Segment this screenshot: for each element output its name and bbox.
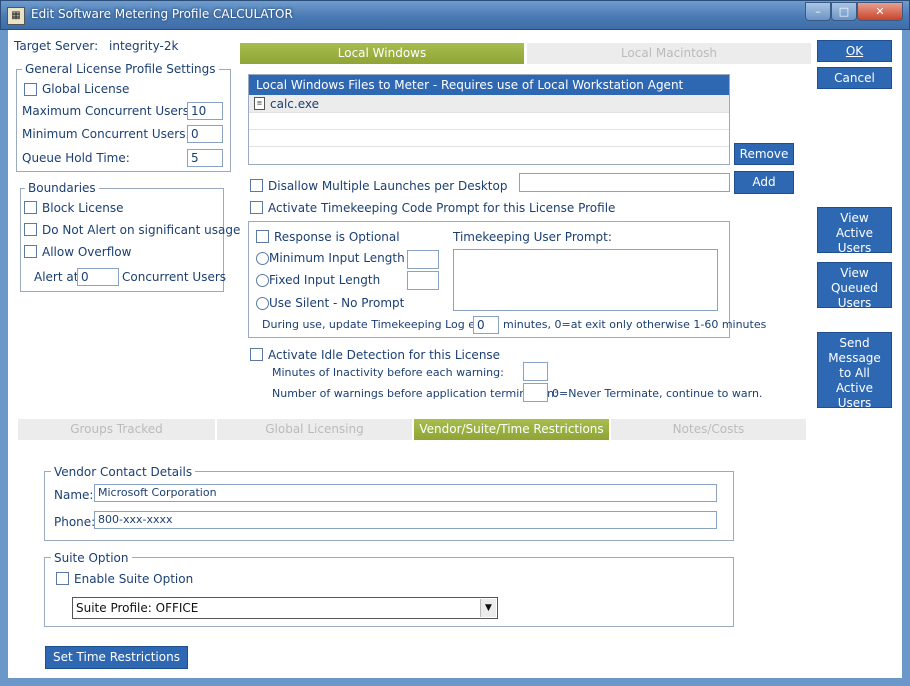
vendor-phone-input[interactable]: 800-xxx-xxxx [94, 511, 717, 529]
minimize-button[interactable]: – [805, 2, 831, 21]
maximize-button[interactable]: □ [831, 2, 857, 21]
general-license-title: General License Profile Settings [22, 62, 219, 76]
vendor-group [44, 471, 734, 541]
fixed-length-label: Fixed Input Length [269, 273, 381, 287]
block-license-checkbox[interactable] [24, 201, 37, 214]
list-item[interactable]: ≡ calc.exe [249, 95, 729, 113]
silent-label: Use Silent - No Prompt [269, 296, 405, 310]
vendor-phone-label: Phone: [54, 515, 96, 529]
update-log-label: During use, update Timekeeping Log every [262, 318, 500, 331]
response-optional-checkbox[interactable] [256, 230, 269, 243]
window-title: Edit Software Metering Profile CALCULATO… [31, 7, 293, 21]
alert-at-label: Alert at [34, 270, 79, 284]
vendor-title: Vendor Contact Details [51, 465, 196, 479]
add-button[interactable]: Add [734, 171, 794, 194]
cancel-button[interactable]: Cancel [817, 67, 892, 89]
list-item[interactable] [249, 113, 729, 130]
idle-detection-checkbox[interactable] [250, 348, 263, 361]
list-item[interactable] [249, 130, 729, 147]
alert-at-input[interactable]: 0 [77, 268, 119, 286]
tab-local-macintosh[interactable]: Local Macintosh [527, 43, 812, 64]
idle-warnings-suffix: 0=Never Terminate, continue to warn. [552, 387, 763, 400]
suite-profile-select[interactable]: Suite Profile: OFFICE ▼ [72, 597, 498, 619]
list-item[interactable] [249, 147, 729, 164]
view-queued-users-button[interactable]: View Queued Users [817, 262, 892, 310]
send-message-button[interactable]: Send Message to All Active Users [817, 332, 892, 410]
add-file-input[interactable] [519, 173, 730, 192]
tab-notes-costs[interactable]: Notes/Costs [611, 419, 807, 440]
disallow-multiple-checkbox[interactable] [250, 179, 263, 192]
file-name: calc.exe [270, 97, 319, 111]
tab-local-windows[interactable]: Local Windows [240, 43, 525, 64]
idle-warnings-input[interactable] [523, 383, 548, 402]
idle-detection-label: Activate Idle Detection for this License [268, 348, 501, 362]
tab-global-licensing[interactable]: Global Licensing [217, 419, 413, 440]
global-license-label: Global License [42, 82, 130, 96]
update-log-input[interactable]: 0 [473, 316, 499, 334]
no-alert-checkbox[interactable] [24, 223, 37, 236]
min-users-label: Minimum Concurrent Users: [22, 127, 190, 141]
queue-hold-input[interactable]: 5 [187, 149, 223, 167]
allow-overflow-label: Allow Overflow [42, 245, 132, 259]
min-length-label: Minimum Input Length [269, 251, 405, 265]
calculator-app-icon[interactable]: ▦ [7, 7, 25, 25]
update-log-suffix: minutes, 0=at exit only otherwise 1-60 m… [503, 318, 767, 331]
fixed-length-input[interactable] [407, 271, 439, 290]
block-license-label: Block License [42, 201, 124, 215]
set-time-restrictions-button[interactable]: Set Time Restrictions [45, 646, 188, 669]
files-list-header: Local Windows Files to Meter - Requires … [249, 75, 729, 95]
files-list[interactable]: Local Windows Files to Meter - Requires … [248, 74, 730, 165]
target-server-label: Target Server: [14, 39, 99, 53]
idle-minutes-input[interactable] [523, 362, 548, 381]
view-active-users-button[interactable]: View Active Users [817, 207, 892, 255]
disallow-multiple-label: Disallow Multiple Launches per Desktop [268, 179, 508, 193]
vendor-name-input[interactable]: Microsoft Corporation [94, 484, 717, 502]
tab-vendor-suite-time[interactable]: Vendor/Suite/Time Restrictions [414, 419, 610, 440]
suite-title: Suite Option [51, 551, 132, 565]
no-alert-label: Do Not Alert on significant usage [42, 223, 241, 237]
ok-button[interactable]: OK [817, 40, 892, 62]
queue-hold-label: Queue Hold Time: [22, 151, 130, 165]
title-bar: ▦ Edit Software Metering Profile CALCULA… [0, 0, 910, 30]
allow-overflow-checkbox[interactable] [24, 245, 37, 258]
remove-button[interactable]: Remove [734, 143, 794, 165]
min-length-radio[interactable] [256, 252, 269, 265]
min-users-input[interactable]: 0 [187, 125, 223, 143]
timekeeping-label: Activate Timekeeping Code Prompt for thi… [268, 201, 616, 215]
enable-suite-checkbox[interactable] [56, 572, 69, 585]
prompt-textarea[interactable] [453, 249, 718, 311]
vendor-name-label: Name: [54, 488, 94, 502]
timekeeping-checkbox[interactable] [250, 201, 263, 214]
idle-minutes-label: Minutes of Inactivity before each warnin… [272, 366, 504, 379]
min-length-input[interactable] [407, 250, 439, 269]
prompt-label: Timekeeping User Prompt: [453, 230, 612, 244]
max-users-label: Maximum Concurrent Users: [22, 104, 194, 118]
silent-radio[interactable] [256, 297, 269, 310]
idle-warnings-label: Number of warnings before application te… [272, 387, 558, 400]
enable-suite-label: Enable Suite Option [74, 572, 194, 586]
tab-groups-tracked[interactable]: Groups Tracked [18, 419, 216, 440]
chevron-down-icon[interactable]: ▼ [480, 599, 496, 617]
boundaries-title: Boundaries [25, 181, 99, 195]
max-users-input[interactable]: 10 [187, 102, 223, 120]
suite-profile-value: Suite Profile: OFFICE [76, 601, 199, 615]
concurrent-users-label: Concurrent Users [122, 270, 227, 284]
response-optional-label: Response is Optional [274, 230, 400, 244]
target-server-value: integrity-2k [109, 39, 179, 53]
close-button[interactable]: ✕ [857, 2, 903, 21]
fixed-length-radio[interactable] [256, 274, 269, 287]
file-icon: ≡ [254, 97, 265, 110]
global-license-checkbox[interactable] [24, 83, 37, 96]
